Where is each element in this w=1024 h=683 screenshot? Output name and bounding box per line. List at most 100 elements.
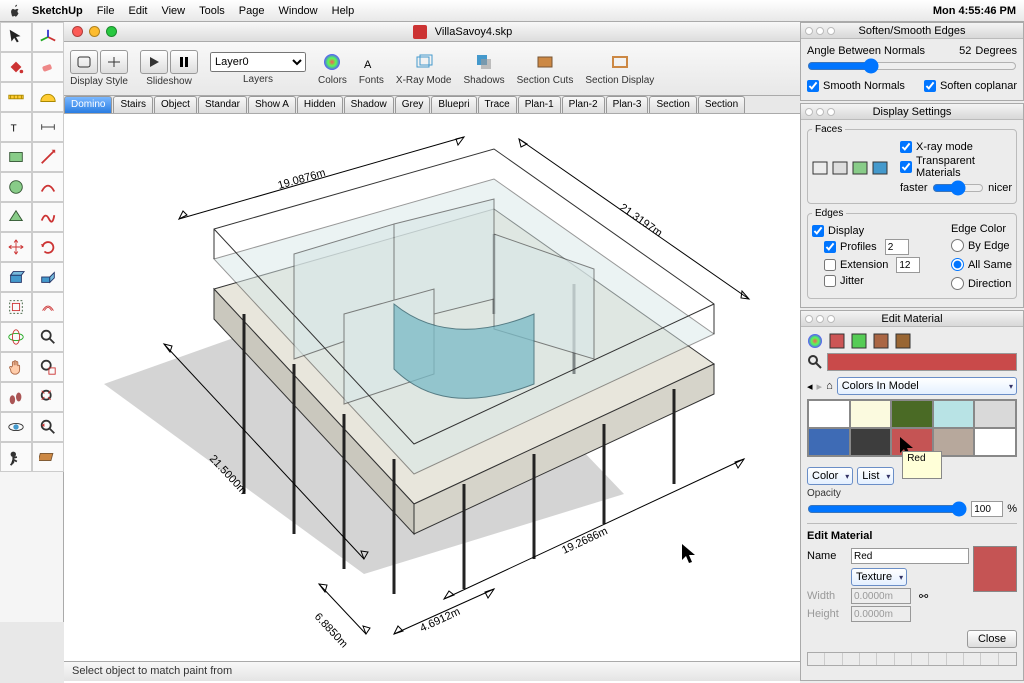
eraser-tool[interactable] [32, 52, 64, 82]
menu-tools[interactable]: Tools [199, 5, 225, 17]
color-swatch[interactable] [974, 400, 1016, 428]
scene-tab[interactable]: Object [154, 96, 197, 113]
link-icon[interactable]: ⚯ [919, 590, 928, 603]
dimension-tool[interactable] [32, 112, 64, 142]
soften-coplanar-checkbox[interactable]: Soften coplanar [924, 80, 1017, 92]
quality-slider[interactable] [932, 181, 985, 195]
color-swatch[interactable] [891, 400, 933, 428]
previous-view-tool[interactable] [32, 412, 64, 442]
section-display-button[interactable] [609, 51, 631, 73]
scene-tab[interactable]: Grey [395, 96, 431, 113]
menu-view[interactable]: View [161, 5, 185, 17]
scene-tab[interactable]: Standar [198, 96, 247, 113]
scene-tab[interactable]: Plan-1 [518, 96, 561, 113]
paint-bucket-tool[interactable] [0, 52, 32, 82]
scene-tab[interactable]: Section [698, 96, 745, 113]
color-swatch[interactable] [808, 428, 850, 456]
zoom-window-tool[interactable] [32, 352, 64, 382]
axes-tool[interactable] [32, 22, 64, 52]
panel-title[interactable]: Display Settings [801, 104, 1023, 120]
zoom-extents-tool[interactable] [32, 382, 64, 412]
followme-tool[interactable] [32, 262, 64, 292]
app-name[interactable]: SketchUp [32, 5, 83, 17]
scene-tab[interactable]: Section [649, 96, 696, 113]
position-camera-tool[interactable] [0, 442, 32, 472]
tape-tool[interactable] [0, 82, 32, 112]
nav-fwd-icon[interactable]: ▸ [817, 380, 823, 393]
zoom-tool[interactable] [32, 322, 64, 352]
color-library-select[interactable]: Colors In Model [837, 377, 1017, 395]
color-swatch[interactable] [850, 428, 892, 456]
colors-button[interactable] [321, 51, 343, 73]
display-edges-checkbox[interactable]: Display [812, 225, 920, 237]
by-edge-radio[interactable]: By Edge [951, 239, 1012, 252]
color-swatch[interactable] [850, 400, 892, 428]
pan-tool[interactable] [0, 352, 32, 382]
scene-tab[interactable]: Trace [478, 96, 517, 113]
scene-tab[interactable]: Hidden [297, 96, 343, 113]
material-name-input[interactable] [851, 548, 969, 564]
current-color-preview[interactable] [827, 353, 1017, 371]
smooth-normals-checkbox[interactable]: Smooth Normals [807, 80, 905, 92]
extension-value[interactable] [896, 257, 920, 273]
menu-file[interactable]: File [97, 5, 115, 17]
close-window-button[interactable] [72, 26, 83, 37]
zoom-window-button[interactable] [106, 26, 117, 37]
display-style-button[interactable] [70, 50, 98, 74]
profiles-checkbox[interactable]: Profiles [812, 239, 920, 255]
lookaround-tool[interactable] [0, 412, 32, 442]
direction-radio[interactable]: Direction [951, 277, 1012, 290]
text-tool[interactable]: T [0, 112, 32, 142]
protractor-tool[interactable] [32, 82, 64, 112]
select-tool[interactable] [0, 22, 32, 52]
shadows-button[interactable] [473, 51, 495, 73]
home-icon[interactable]: ⌂ [826, 380, 833, 392]
walk-tool[interactable] [0, 382, 32, 412]
freehand-tool[interactable] [32, 202, 64, 232]
orbit-tool[interactable] [0, 322, 32, 352]
menubar-clock[interactable]: Mon 4:55:46 PM [933, 5, 1016, 17]
rectangle-tool[interactable] [0, 142, 32, 172]
display-style-toggle-button[interactable] [100, 50, 128, 74]
line-tool[interactable] [32, 142, 64, 172]
list-mode-select[interactable]: List [857, 467, 894, 485]
jitter-checkbox[interactable]: Jitter [812, 275, 920, 287]
scene-tab[interactable]: Domino [64, 96, 112, 113]
offset-tool[interactable] [32, 292, 64, 322]
material-mode-icons[interactable] [807, 333, 1017, 349]
fonts-button[interactable]: A [360, 51, 382, 73]
scale-tool[interactable] [0, 292, 32, 322]
scene-tab[interactable]: Plan-2 [562, 96, 605, 113]
slideshow-play-button[interactable] [140, 50, 168, 74]
extension-checkbox[interactable]: Extension [812, 257, 920, 273]
menu-edit[interactable]: Edit [128, 5, 147, 17]
all-same-radio[interactable]: All Same [951, 258, 1012, 271]
color-swatch[interactable] [808, 400, 850, 428]
face-style-buttons[interactable] [812, 161, 888, 175]
color-swatch[interactable] [933, 400, 975, 428]
layer-select[interactable]: Layer0 [210, 52, 306, 72]
color-swatch[interactable] [974, 428, 1016, 456]
color-swatch[interactable]: Red [891, 428, 933, 456]
panel-title[interactable]: Edit Material [801, 311, 1023, 327]
scene-tab[interactable]: Bluepri [431, 96, 476, 113]
color-mode-select[interactable]: Color [807, 467, 853, 485]
menu-window[interactable]: Window [279, 5, 318, 17]
search-icon[interactable] [807, 354, 823, 370]
transparent-materials-checkbox[interactable]: Transparent Materials [900, 155, 1012, 179]
model-viewport[interactable]: 19.0876m 21.3197m 21.5000m 19.2686m 6.88… [64, 114, 800, 661]
angle-slider[interactable] [807, 59, 1017, 73]
menu-page[interactable]: Page [239, 5, 265, 17]
minimize-window-button[interactable] [89, 26, 100, 37]
scene-tab[interactable]: Shadow [344, 96, 394, 113]
polygon-tool[interactable] [0, 202, 32, 232]
scene-tab[interactable]: Stairs [113, 96, 153, 113]
close-button[interactable]: Close [967, 630, 1017, 648]
apple-menu-icon[interactable] [8, 4, 22, 18]
nav-back-icon[interactable]: ◂ [807, 380, 813, 393]
circle-tool[interactable] [0, 172, 32, 202]
opacity-value[interactable] [971, 501, 1003, 517]
profiles-value[interactable] [885, 239, 909, 255]
rotate-tool[interactable] [32, 232, 64, 262]
scene-tab[interactable]: Plan-3 [606, 96, 649, 113]
